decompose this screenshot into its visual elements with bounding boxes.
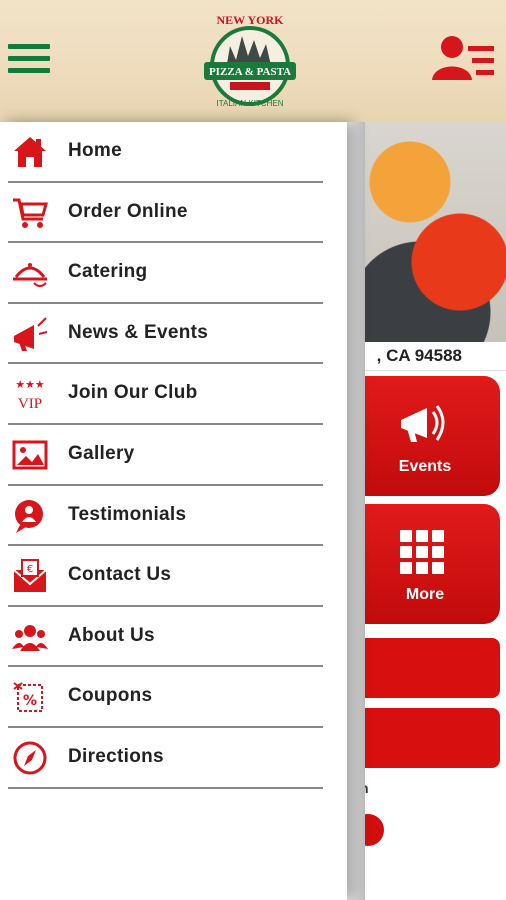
menu-item-label: Home <box>68 140 122 161</box>
menu-item-coupons[interactable]: % Coupons <box>8 667 323 728</box>
menu-item-label: Coupons <box>68 685 153 707</box>
menu-item-directions[interactable]: Directions <box>8 728 323 789</box>
gallery-icon <box>12 440 48 470</box>
menu-item-label: Testimonials <box>68 503 187 525</box>
logo-bottom-text: ITALIAN KITCHEN <box>217 99 284 108</box>
events-tile-label: Events <box>398 458 452 475</box>
megaphone-icon <box>14 317 48 351</box>
menu-item-gallery[interactable]: Gallery <box>8 425 323 486</box>
menu-item-contact-us[interactable]: € Contact Us <box>8 546 323 607</box>
app-header: NEW YORK PIZZA & PASTA ITALIAN KITCHEN <box>0 0 506 123</box>
svg-text:VIP: VIP <box>18 396 42 412</box>
menu-item-order-online[interactable]: Order Online <box>8 183 323 244</box>
catering-icon <box>13 263 47 288</box>
user-menu-icon[interactable] <box>432 34 498 82</box>
menu-item-home[interactable]: Home <box>8 122 323 183</box>
svg-text:%: % <box>23 693 37 709</box>
menu-item-label: About Us <box>68 624 155 646</box>
drawer-menu: Home Order Online Catering News & Events… <box>0 122 347 789</box>
hamburger-icon[interactable] <box>8 44 50 78</box>
menu-item-about-us[interactable]: About Us <box>8 607 323 668</box>
megaphone-icon <box>401 405 445 442</box>
menu-item-label: Directions <box>68 745 164 767</box>
menu-item-label: Order Online <box>68 200 188 222</box>
red-button-2[interactable] <box>350 708 500 768</box>
svg-text:★★★: ★★★ <box>15 378 45 391</box>
grid-icon <box>400 530 444 574</box>
restaurant-logo[interactable]: NEW YORK PIZZA & PASTA ITALIAN KITCHEN <box>196 10 304 114</box>
menu-item-news-events[interactable]: News & Events <box>8 304 323 365</box>
menu-item-join-our-club[interactable]: ★★★ VIP Join Our Club <box>8 364 323 425</box>
address-line: , CA 94588 <box>360 342 506 371</box>
events-tile[interactable]: Events <box>350 376 500 496</box>
menu-item-label: News & Events <box>68 321 209 343</box>
menu-item-label: Catering <box>68 261 148 283</box>
home-icon <box>14 137 46 167</box>
logo-main-text: PIZZA & PASTA <box>209 66 291 78</box>
compass-icon <box>13 741 47 775</box>
envelope-icon: € <box>13 559 47 593</box>
more-tile[interactable]: More <box>350 504 500 624</box>
navigation-drawer: Home Order Online Catering News & Events… <box>0 122 347 900</box>
svg-text:€: € <box>27 564 33 575</box>
menu-item-testimonials[interactable]: Testimonials <box>8 486 323 547</box>
drawer-edge <box>347 122 365 900</box>
menu-item-catering[interactable]: Catering <box>8 243 323 304</box>
menu-item-label: Contact Us <box>68 564 172 586</box>
people-icon <box>12 624 48 651</box>
vip-icon: ★★★ VIP <box>15 378 45 412</box>
red-button-1[interactable] <box>350 638 500 698</box>
menu-item-label: Join Our Club <box>68 382 198 404</box>
testimonials-icon <box>15 499 43 533</box>
cart-icon <box>13 198 48 228</box>
hero-image <box>360 122 506 342</box>
more-tile-label: More <box>405 586 445 603</box>
coupon-icon: % <box>13 682 43 713</box>
menu-item-label: Gallery <box>68 442 135 464</box>
logo-top-text: NEW YORK <box>216 13 284 27</box>
